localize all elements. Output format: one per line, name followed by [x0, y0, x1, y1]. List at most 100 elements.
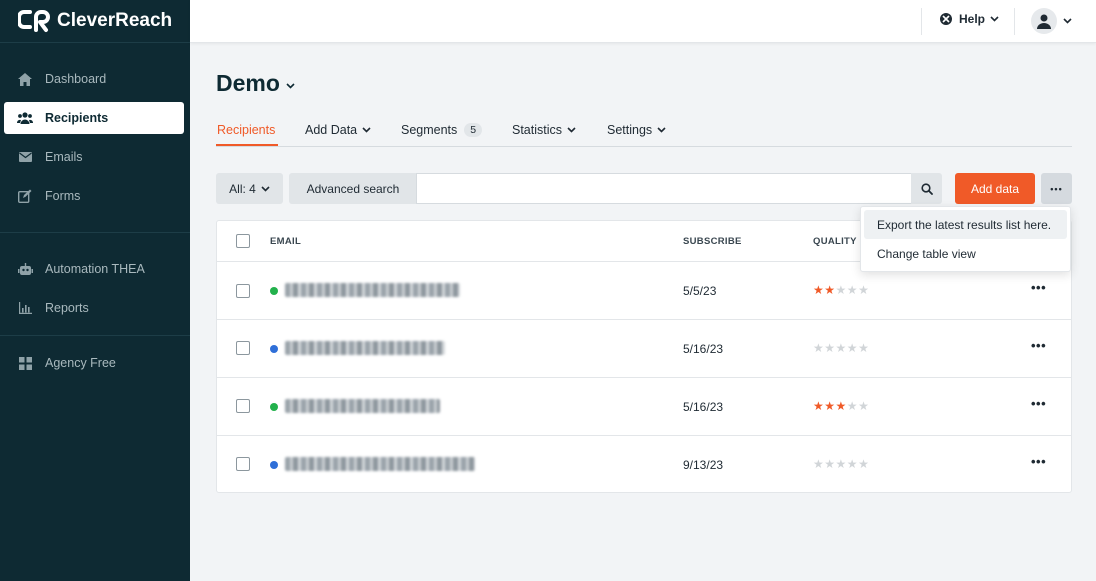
sidebar-item-label: Recipients — [45, 111, 109, 125]
sidebar-item-emails[interactable]: Emails — [4, 141, 184, 173]
table-row[interactable]: 5/16/23 ★★★★★ ••• — [217, 320, 1071, 378]
email-redacted[interactable] — [285, 399, 440, 413]
sidebar-item-label: Automation THEA — [45, 262, 145, 276]
sidebar-item-dashboard[interactable]: Dashboard — [4, 63, 184, 95]
sidebar-item-label: Reports — [45, 301, 89, 315]
cleverreach-logo-icon — [18, 10, 50, 32]
help-menu-button[interactable]: Help — [940, 12, 999, 26]
star-icon: ★ — [835, 399, 847, 413]
star-icon: ★ — [835, 283, 847, 297]
tab-add-data[interactable]: Add Data — [305, 123, 371, 137]
sidebar-divider — [0, 232, 190, 233]
row-menu-button[interactable]: ••• — [1031, 280, 1046, 295]
more-options-button[interactable]: ••• — [1041, 173, 1072, 204]
tab-bar: Recipients Add Data Segments 5 Statistic… — [216, 114, 1072, 147]
status-dot — [270, 287, 278, 295]
tab-segments[interactable]: Segments 5 — [401, 123, 483, 137]
tab-settings[interactable]: Settings — [607, 123, 666, 137]
star-icon: ★ — [824, 399, 836, 413]
star-icon: ★ — [824, 283, 836, 297]
sidebar-item-automation-thea[interactable]: Automation THEA — [4, 253, 184, 285]
star-icon: ★ — [835, 457, 847, 471]
status-dot — [270, 461, 278, 469]
select-all-checkbox[interactable] — [236, 234, 250, 248]
topbar-divider — [1014, 8, 1015, 35]
star-icon: ★ — [813, 399, 825, 413]
star-icon: ★ — [846, 399, 859, 413]
status-dot — [270, 403, 278, 411]
star-icon: ★ — [824, 341, 836, 355]
all-filter-label: All: 4 — [229, 181, 256, 196]
all-filter-dropdown[interactable]: All: 4 — [216, 173, 283, 204]
status-dot — [270, 345, 278, 353]
row-menu-button[interactable]: ••• — [1031, 396, 1046, 411]
page-title-text: Demo — [216, 70, 280, 96]
chevron-down-icon — [1063, 18, 1072, 24]
user-menu-button[interactable] — [1031, 8, 1072, 34]
add-data-label: Add data — [970, 181, 1020, 196]
row-menu-button[interactable]: ••• — [1031, 338, 1046, 353]
email-redacted[interactable] — [285, 341, 445, 355]
menu-item-change-table-view[interactable]: Change table view — [864, 239, 1067, 268]
table-row[interactable]: 5/16/23 ★★★★★ ••• — [217, 378, 1071, 436]
star-icon: ★ — [824, 457, 836, 471]
tab-label: Recipients — [217, 123, 276, 137]
robot-icon — [17, 261, 33, 277]
grid-icon — [17, 355, 33, 371]
advanced-search-label: Advanced search — [306, 181, 400, 196]
advanced-search-button[interactable]: Advanced search — [289, 173, 417, 204]
sidebar-item-label: Dashboard — [45, 72, 107, 86]
row-checkbox[interactable] — [236, 457, 250, 471]
column-header-quality[interactable]: QUALITY — [813, 236, 857, 247]
sidebar-item-label: Forms — [45, 189, 81, 203]
email-redacted[interactable] — [285, 283, 460, 297]
search-button[interactable] — [911, 173, 942, 204]
star-icon: ★ — [858, 341, 870, 355]
top-bar: Help — [190, 0, 1096, 43]
subscribe-date: 5/16/23 — [683, 400, 724, 414]
more-icon: ••• — [1050, 183, 1063, 194]
avatar — [1031, 8, 1057, 34]
subscribe-date: 5/16/23 — [683, 342, 724, 356]
star-icon: ★ — [858, 399, 870, 413]
sidebar-item-forms[interactable]: Forms — [4, 180, 184, 212]
bar-chart-icon — [17, 300, 33, 316]
search-icon — [920, 182, 933, 195]
chevron-down-icon — [657, 127, 666, 133]
tab-statistics[interactable]: Statistics — [512, 123, 576, 137]
add-data-button[interactable]: Add data — [955, 173, 1035, 204]
envelope-icon — [17, 149, 33, 165]
table-row[interactable]: 9/13/23 ★★★★★ ••• — [217, 436, 1071, 494]
tab-label: Statistics — [512, 123, 563, 137]
star-icon: ★ — [858, 457, 870, 471]
column-header-email[interactable]: EMAIL — [270, 236, 301, 247]
row-menu-button[interactable]: ••• — [1031, 454, 1046, 469]
sidebar: CleverReach Dashboard Recipients Emails … — [0, 0, 190, 581]
star-icon: ★ — [846, 457, 859, 471]
menu-item-export-results[interactable]: Export the latest results list here. — [864, 210, 1067, 239]
star-icon: ★ — [846, 283, 859, 297]
email-redacted[interactable] — [285, 457, 475, 471]
column-header-subscribe[interactable]: SUBSCRIBE — [683, 236, 742, 247]
quality-rating: ★★★★★ — [813, 341, 869, 355]
star-icon: ★ — [813, 341, 825, 355]
sidebar-item-agency-free[interactable]: Agency Free — [4, 347, 184, 379]
subscribe-date: 5/5/23 — [683, 284, 717, 298]
row-checkbox[interactable] — [236, 399, 250, 413]
search-input[interactable] — [416, 173, 912, 204]
chevron-down-icon — [286, 82, 295, 89]
page-title[interactable]: Demo — [216, 70, 295, 97]
row-checkbox[interactable] — [236, 341, 250, 355]
star-icon: ★ — [835, 341, 847, 355]
tab-label: Add Data — [305, 123, 358, 137]
edit-icon — [17, 188, 33, 204]
user-icon — [1037, 14, 1051, 29]
sidebar-item-recipients[interactable]: Recipients — [4, 102, 184, 134]
row-checkbox[interactable] — [236, 284, 250, 298]
chevron-down-icon — [261, 185, 270, 192]
more-options-menu: Export the latest results list here. Cha… — [860, 206, 1071, 272]
users-icon — [17, 110, 33, 126]
sidebar-item-reports[interactable]: Reports — [4, 292, 184, 324]
tab-recipients[interactable]: Recipients — [217, 123, 275, 137]
logo[interactable]: CleverReach — [0, 0, 190, 43]
